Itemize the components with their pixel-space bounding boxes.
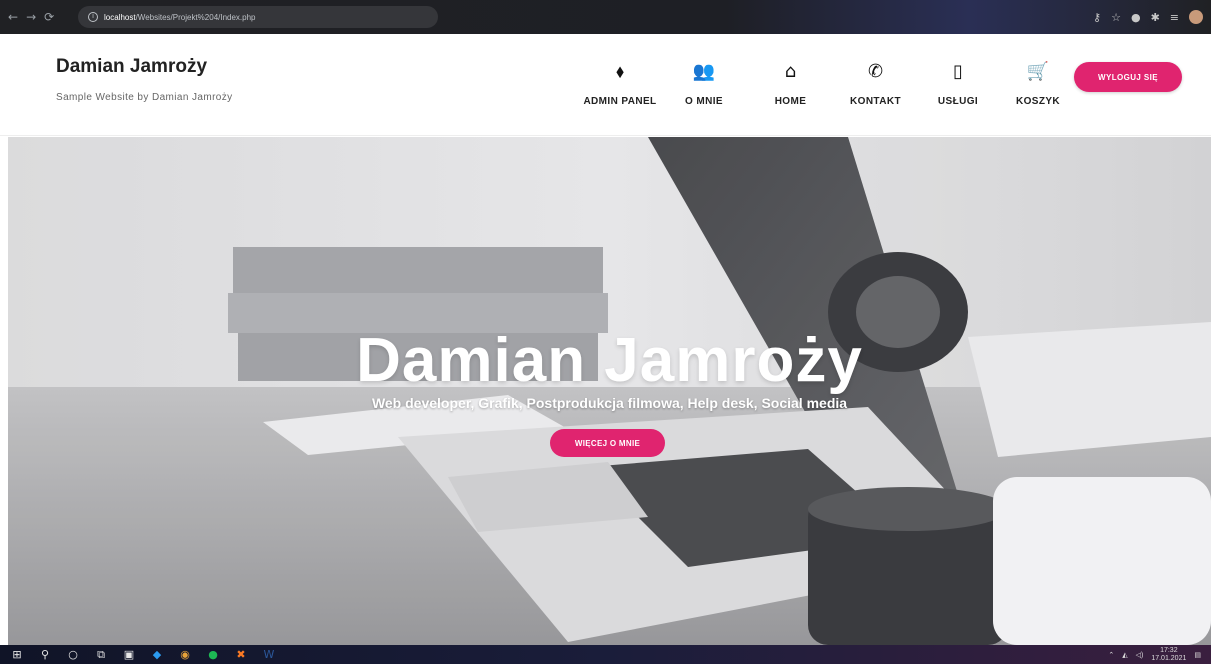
chevron-up-icon[interactable]: ⌃ [1108, 651, 1114, 659]
site-header: Damian Jamroży Sample Website by Damian … [0, 34, 1211, 136]
profile-avatar[interactable] [1189, 10, 1203, 24]
hero-title: Damian Jamroży [356, 326, 863, 395]
main-nav: ⬧ ADMIN PANEL 👥 O MNIE ⌂ HOME ✆ KONTAKT … [570, 61, 1068, 108]
more-about-me-button[interactable]: WIĘCEJ O MNIE [550, 429, 665, 457]
url-path: /Websites/Projekt%204/Index.php [135, 12, 256, 22]
info-icon[interactable]: i [88, 12, 98, 22]
nav-label: HOME [774, 96, 807, 107]
brand: Damian Jamroży Sample Website by Damian … [56, 56, 233, 103]
word-icon[interactable]: W [262, 648, 276, 661]
forward-icon[interactable]: → [26, 10, 36, 24]
home-icon: ⌂ [784, 61, 797, 82]
xampp-icon[interactable]: ✖ [234, 648, 248, 661]
spotify-icon[interactable]: ● [206, 648, 220, 661]
star-icon[interactable]: ☆ [1111, 11, 1121, 24]
clock-date: 17.01.2021 [1151, 654, 1187, 662]
tag-icon: ⬧ [615, 61, 625, 82]
nav-item-kontakt[interactable]: ✆ KONTAKT [843, 61, 908, 108]
browser-nav: ← → ⟳ [8, 10, 78, 24]
mobile-icon: ▯ [953, 61, 963, 82]
store-icon[interactable]: ▣ [122, 648, 136, 661]
notifications-icon[interactable]: ▤ [1194, 651, 1201, 659]
users-icon: 👥 [692, 61, 716, 82]
nav-label: USŁUGI [937, 96, 979, 107]
nav-item-uslugi[interactable]: ▯ USŁUGI [908, 61, 1008, 108]
chrome-icon[interactable]: ◉ [178, 648, 192, 661]
cart-icon: 🛒 [1026, 61, 1050, 82]
address-bar[interactable]: i localhost/Websites/Projekt%204/Index.p… [78, 6, 438, 28]
browser-extensions: ⚷ ☆ ● ✱ ≡ [1093, 10, 1203, 24]
puzzle-icon[interactable]: ✱ [1151, 11, 1160, 24]
browser-toolbar: ← → ⟳ i localhost/Websites/Projekt%204/I… [0, 0, 1211, 34]
back-icon[interactable]: ← [8, 10, 18, 24]
taskbar-apps: ⊞ ⚲ ○ ⧉ ▣ ◆ ◉ ● ✖ W [10, 648, 276, 662]
nav-item-koszyk[interactable]: 🛒 KOSZYK [1008, 61, 1068, 108]
cortana-icon[interactable]: ○ [66, 648, 80, 661]
network-icon[interactable]: ◭ [1122, 651, 1127, 659]
nav-item-o-mnie[interactable]: 👥 O MNIE [670, 61, 738, 108]
brand-title[interactable]: Damian Jamroży [56, 56, 233, 78]
nav-label: O MNIE [685, 96, 723, 107]
nav-label: ADMIN PANEL [583, 96, 657, 107]
extension-icon[interactable]: ● [1131, 11, 1141, 24]
reload-icon[interactable]: ⟳ [44, 10, 54, 24]
nav-label: KOSZYK [1015, 96, 1061, 107]
windows-start-icon[interactable]: ⊞ [10, 648, 24, 661]
nav-label: KONTAKT [850, 96, 901, 107]
phone-icon: ✆ [867, 61, 884, 82]
system-tray: ⌃ ◭ ◁) 17:32 17.01.2021 ▤ [1108, 647, 1201, 663]
hero-subtitle: Web developer, Grafik, Postprodukcja fil… [371, 395, 848, 411]
hero-section: Damian Jamroży Web developer, Grafik, Po… [8, 137, 1211, 645]
os-taskbar: ⊞ ⚲ ○ ⧉ ▣ ◆ ◉ ● ✖ W ⌃ ◭ ◁) 17:32 17.01.2… [0, 645, 1211, 664]
volume-icon[interactable]: ◁) [1136, 651, 1144, 659]
clock-time: 17:32 [1160, 646, 1178, 654]
task-view-icon[interactable]: ⧉ [94, 648, 108, 662]
nav-item-admin-panel[interactable]: ⬧ ADMIN PANEL [570, 61, 670, 108]
clock[interactable]: 17:32 17.01.2021 [1151, 647, 1186, 663]
key-icon[interactable]: ⚷ [1093, 11, 1101, 24]
logout-button[interactable]: WYLOGUJ SIĘ [1074, 62, 1182, 92]
url-host: localhost [104, 12, 136, 22]
nav-item-home[interactable]: ⌂ HOME [738, 61, 843, 108]
brand-subtitle: Sample Website by Damian Jamroży [56, 92, 233, 103]
vscode-icon[interactable]: ◆ [150, 648, 164, 661]
search-icon[interactable]: ⚲ [38, 648, 52, 661]
menu-icon[interactable]: ≡ [1170, 11, 1179, 24]
